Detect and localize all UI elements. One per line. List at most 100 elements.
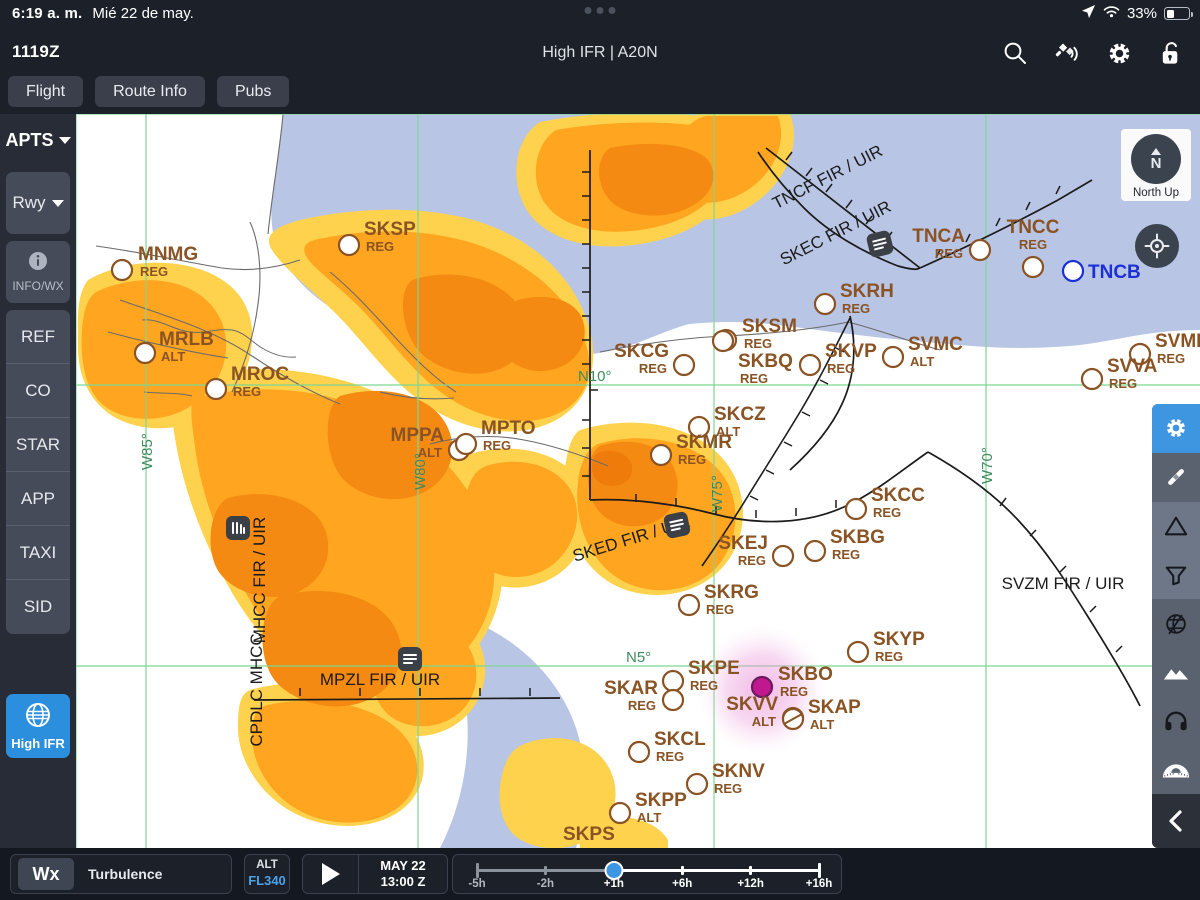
timeline-tick-label[interactable]: +16h bbox=[806, 878, 833, 890]
sidebar-item-sid[interactable]: SID bbox=[6, 580, 70, 634]
traffic-icon[interactable] bbox=[1152, 453, 1200, 502]
triangle-icon[interactable] bbox=[1152, 501, 1200, 551]
tab-pubs[interactable]: Pubs bbox=[216, 76, 290, 107]
status-right: 33% bbox=[1081, 4, 1193, 23]
graticule-label: W70° bbox=[979, 447, 996, 484]
high-ifr-label: High IFR bbox=[11, 736, 65, 751]
sidebar-item-co[interactable]: CO bbox=[6, 364, 70, 418]
high-ifr-chart-button[interactable]: High IFR bbox=[6, 694, 70, 758]
airport-identifier: SKYP bbox=[873, 629, 925, 650]
airport-type: REG bbox=[706, 602, 734, 617]
headset-icon[interactable] bbox=[1152, 697, 1200, 746]
collapse-chevron-icon[interactable] bbox=[1152, 794, 1200, 848]
wx-layer-panel: Wx Turbulence bbox=[10, 854, 232, 894]
graticule-label: W75° bbox=[709, 475, 726, 512]
search-icon[interactable] bbox=[1000, 38, 1030, 68]
battery-icon bbox=[1164, 7, 1193, 20]
airport-type: REG bbox=[366, 239, 394, 254]
tab-flight[interactable]: Flight bbox=[8, 76, 84, 107]
apts-label: APTS bbox=[5, 129, 54, 150]
airport-type: REG bbox=[1019, 237, 1047, 252]
compass-disc: N bbox=[1131, 134, 1181, 184]
altitude-label: ALT bbox=[256, 859, 278, 872]
sidebar-item-ref[interactable]: REF bbox=[6, 310, 70, 364]
wx-button[interactable]: Wx bbox=[18, 858, 74, 890]
sidebar-item-star[interactable]: STAR bbox=[6, 418, 70, 472]
wx-layer-label[interactable]: Turbulence bbox=[88, 866, 162, 882]
airport-circle-icon bbox=[454, 432, 478, 456]
tab-row: Flight Route Info Pubs bbox=[8, 76, 290, 107]
gear-icon[interactable] bbox=[1104, 38, 1134, 68]
airport-identifier: SKCZ bbox=[714, 404, 766, 425]
weather-radar-icon[interactable] bbox=[1152, 599, 1200, 648]
airport-type: REG bbox=[639, 361, 667, 376]
airport-identifier: TNCB bbox=[1088, 262, 1141, 283]
airport-identifier: SKSM bbox=[742, 316, 797, 337]
timeline-future-track bbox=[613, 869, 819, 872]
airport-identifier: MPTO bbox=[481, 418, 536, 439]
tab-route-info[interactable]: Route Info bbox=[95, 76, 205, 107]
lock-open-icon[interactable] bbox=[1156, 38, 1186, 68]
timeline-slider-knob[interactable] bbox=[604, 861, 624, 880]
map-canvas[interactable]: N10° N5° W85° W80° W75° W70° TNCF FIR / UIR SK… bbox=[76, 114, 1200, 848]
airport-identifier: SKPS bbox=[563, 824, 615, 845]
airport-type: REG bbox=[483, 438, 511, 453]
timeline-tick-label[interactable]: +6h bbox=[672, 878, 692, 890]
infowx-button[interactable]: INFO/WX bbox=[6, 241, 70, 303]
multitask-dots[interactable] bbox=[584, 7, 616, 14]
map-svg: N10°N5°W85°W80°W75°W70° TNCF FIR / UIRSK… bbox=[76, 114, 1200, 848]
airport-circle-icon bbox=[337, 233, 361, 257]
airport-identifier: SKBG bbox=[830, 527, 885, 548]
airport-identifier: SKVP bbox=[825, 341, 877, 362]
altitude-panel[interactable]: ALT FL340 bbox=[244, 854, 290, 894]
airport-type: REG bbox=[832, 547, 860, 562]
forecast-datetime: MAY 22 13:00 Z bbox=[359, 858, 447, 891]
apts-dropdown[interactable]: APTS bbox=[0, 114, 76, 166]
compass-needle-icon bbox=[1151, 147, 1161, 155]
airport-circle-icon bbox=[649, 443, 673, 467]
airport-type: REG bbox=[140, 264, 168, 279]
animation-panel: MAY 22 13:00 Z bbox=[302, 854, 448, 894]
airport-type: REG bbox=[1157, 351, 1185, 366]
map-settings-icon[interactable] bbox=[1152, 404, 1200, 453]
sidebar-item-app[interactable]: APP bbox=[6, 472, 70, 526]
north-up-compass[interactable]: N North Up bbox=[1121, 129, 1191, 201]
timeline-tick-label[interactable]: +12h bbox=[737, 878, 764, 890]
airport-identifier: SKAR bbox=[604, 678, 658, 699]
vnav-icon[interactable] bbox=[1152, 550, 1200, 600]
airport-identifier: SKMR bbox=[676, 432, 732, 453]
wifi-icon bbox=[1103, 5, 1120, 23]
timeline-tick bbox=[543, 866, 547, 875]
map-tools-sidebar bbox=[1152, 404, 1200, 848]
play-icon[interactable] bbox=[303, 855, 359, 893]
status-date: Mié 22 de may. bbox=[92, 5, 194, 22]
airport-identifier: SVMI bbox=[1155, 331, 1200, 352]
forecast-time: 13:00 Z bbox=[380, 874, 426, 889]
timeline-tick-label[interactable]: -2h bbox=[537, 878, 554, 890]
center-on-aircraft-icon[interactable] bbox=[1135, 224, 1179, 268]
satellite-icon[interactable] bbox=[1052, 38, 1082, 68]
protractor-icon[interactable] bbox=[1152, 745, 1200, 794]
airport-marker[interactable]: TNCB bbox=[1061, 259, 1141, 283]
terrain-icon[interactable] bbox=[1152, 648, 1200, 697]
airport-type: REG bbox=[744, 336, 772, 351]
airport-identifier: SKCG bbox=[614, 341, 669, 362]
sidebar-item-taxi[interactable]: TAXI bbox=[6, 526, 70, 580]
airport-type: ALT bbox=[637, 810, 661, 825]
airport-identifier: MRLB bbox=[159, 329, 214, 350]
airport-type: ALT bbox=[161, 349, 185, 364]
rwy-dropdown[interactable]: Rwy bbox=[6, 172, 70, 234]
airport-circle-icon bbox=[881, 345, 905, 369]
airport-type: REG bbox=[740, 371, 768, 386]
airport-marker[interactable]: SKPS bbox=[563, 824, 615, 845]
airport-circle-icon bbox=[798, 353, 822, 377]
forecast-timeline[interactable]: -5h -2h +1h +6h +12h +16h bbox=[463, 856, 833, 892]
airport-identifier: SKAP bbox=[808, 697, 861, 718]
left-sidebar: APTS Rwy INFO/WX REF CO STAR APP TAXI SI bbox=[0, 114, 76, 848]
top-bar-icons bbox=[1000, 38, 1186, 68]
airport-type: REG bbox=[656, 749, 684, 764]
timeline-panel[interactable]: -5h -2h +1h +6h +12h +16h bbox=[452, 854, 842, 894]
chevron-down-icon bbox=[58, 136, 71, 144]
timeline-tick-label[interactable]: -5h bbox=[468, 878, 485, 890]
airport-circle-icon bbox=[133, 341, 157, 365]
